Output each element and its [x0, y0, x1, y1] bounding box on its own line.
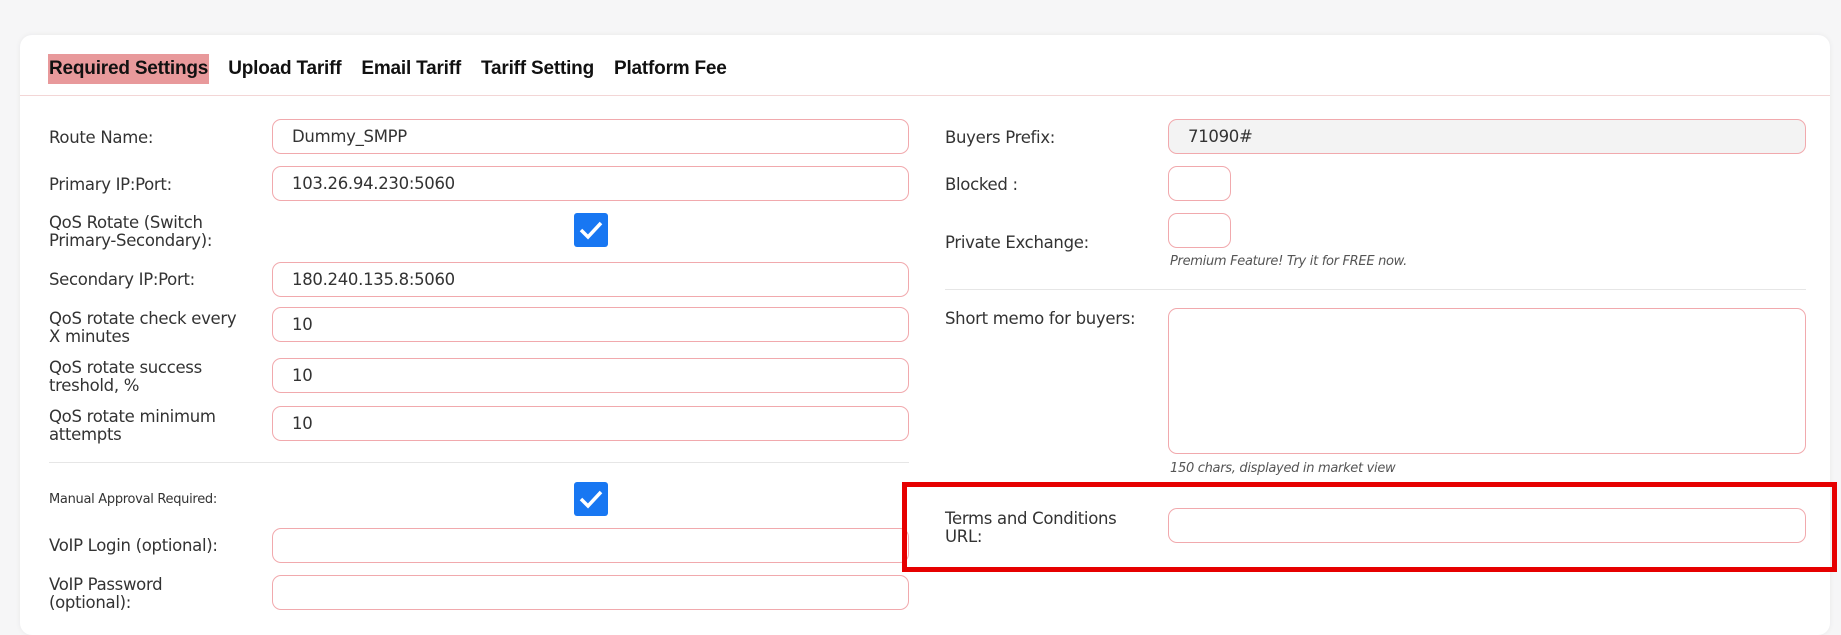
qos-rotate-checkbox[interactable] — [574, 213, 608, 247]
right-divider — [945, 289, 1806, 290]
tab-email-tariff[interactable]: Email Tariff — [360, 54, 462, 84]
qos-check-label: QoS rotate check every X minutes — [49, 309, 237, 346]
tabs-divider — [20, 95, 1830, 96]
route-name-label: Route Name: — [49, 128, 154, 147]
manual-approval-checkbox[interactable] — [574, 482, 608, 516]
voip-password-label-line1: VoIP Password — [49, 575, 163, 594]
short-memo-hint: 150 chars, displayed in market view — [1170, 461, 1396, 476]
qos-rotate-label: QoS Rotate (Switch Primary-Secondary): — [49, 214, 212, 250]
tab-platform-fee[interactable]: Platform Fee — [613, 54, 728, 84]
tab-bar: Required Settings Upload Tariff Email Ta… — [48, 49, 746, 89]
tab-required-settings[interactable]: Required Settings — [48, 54, 210, 84]
checkmark-icon — [579, 221, 603, 240]
qos-min-label: QoS rotate minimum attempts — [49, 408, 216, 444]
qos-min-input[interactable]: 10 — [272, 406, 909, 441]
voip-login-input[interactable] — [272, 528, 909, 563]
voip-password-label-line2: (optional): — [49, 593, 132, 612]
qos-check-label-line1: QoS rotate check every — [49, 309, 237, 328]
short-memo-textarea[interactable] — [1168, 308, 1806, 454]
voip-login-label: VoIP Login (optional): — [49, 536, 218, 555]
route-name-input[interactable]: Dummy_SMPP — [272, 119, 909, 154]
qos-check-label-line2: X minutes — [49, 327, 130, 346]
primary-ip-input[interactable]: 103.26.94.230:5060 — [272, 166, 909, 201]
checkmark-icon — [579, 490, 603, 509]
secondary-ip-input[interactable]: 180.240.135.8:5060 — [272, 262, 909, 297]
voip-password-label: VoIP Password (optional): — [49, 575, 163, 612]
qos-success-input[interactable]: 10 — [272, 358, 909, 393]
primary-ip-label: Primary IP:Port: — [49, 175, 172, 194]
tab-upload-tariff[interactable]: Upload Tariff — [227, 54, 342, 84]
qos-success-label-line1: QoS rotate success — [49, 358, 202, 377]
left-divider — [49, 462, 909, 463]
private-exchange-input[interactable] — [1168, 213, 1231, 248]
short-memo-label: Short memo for buyers: — [945, 309, 1136, 328]
private-exchange-label: Private Exchange: — [945, 233, 1089, 252]
secondary-ip-label: Secondary IP:Port: — [49, 270, 195, 289]
tab-tariff-setting[interactable]: Tariff Setting — [480, 54, 595, 84]
qos-rotate-label-line1: QoS Rotate (Switch — [49, 213, 203, 232]
buyers-prefix-input[interactable]: 71090# — [1168, 119, 1806, 154]
blocked-input[interactable] — [1168, 166, 1231, 201]
premium-feature-hint: Premium Feature! Try it for FREE now. — [1170, 254, 1408, 269]
blocked-label: Blocked : — [945, 175, 1018, 194]
buyers-prefix-label: Buyers Prefix: — [945, 128, 1056, 147]
manual-approval-label: Manual Approval Required: — [49, 492, 217, 507]
qos-rotate-label-line2: Primary-Secondary): — [49, 231, 213, 250]
highlight-box — [902, 482, 1837, 572]
qos-min-label-line1: QoS rotate minimum — [49, 407, 216, 426]
qos-check-input[interactable]: 10 — [272, 307, 909, 342]
qos-success-label: QoS rotate success treshold, % — [49, 359, 202, 395]
voip-password-input[interactable] — [272, 575, 909, 610]
qos-min-label-line2: attempts — [49, 425, 122, 444]
qos-success-label-line2: treshold, % — [49, 376, 140, 395]
